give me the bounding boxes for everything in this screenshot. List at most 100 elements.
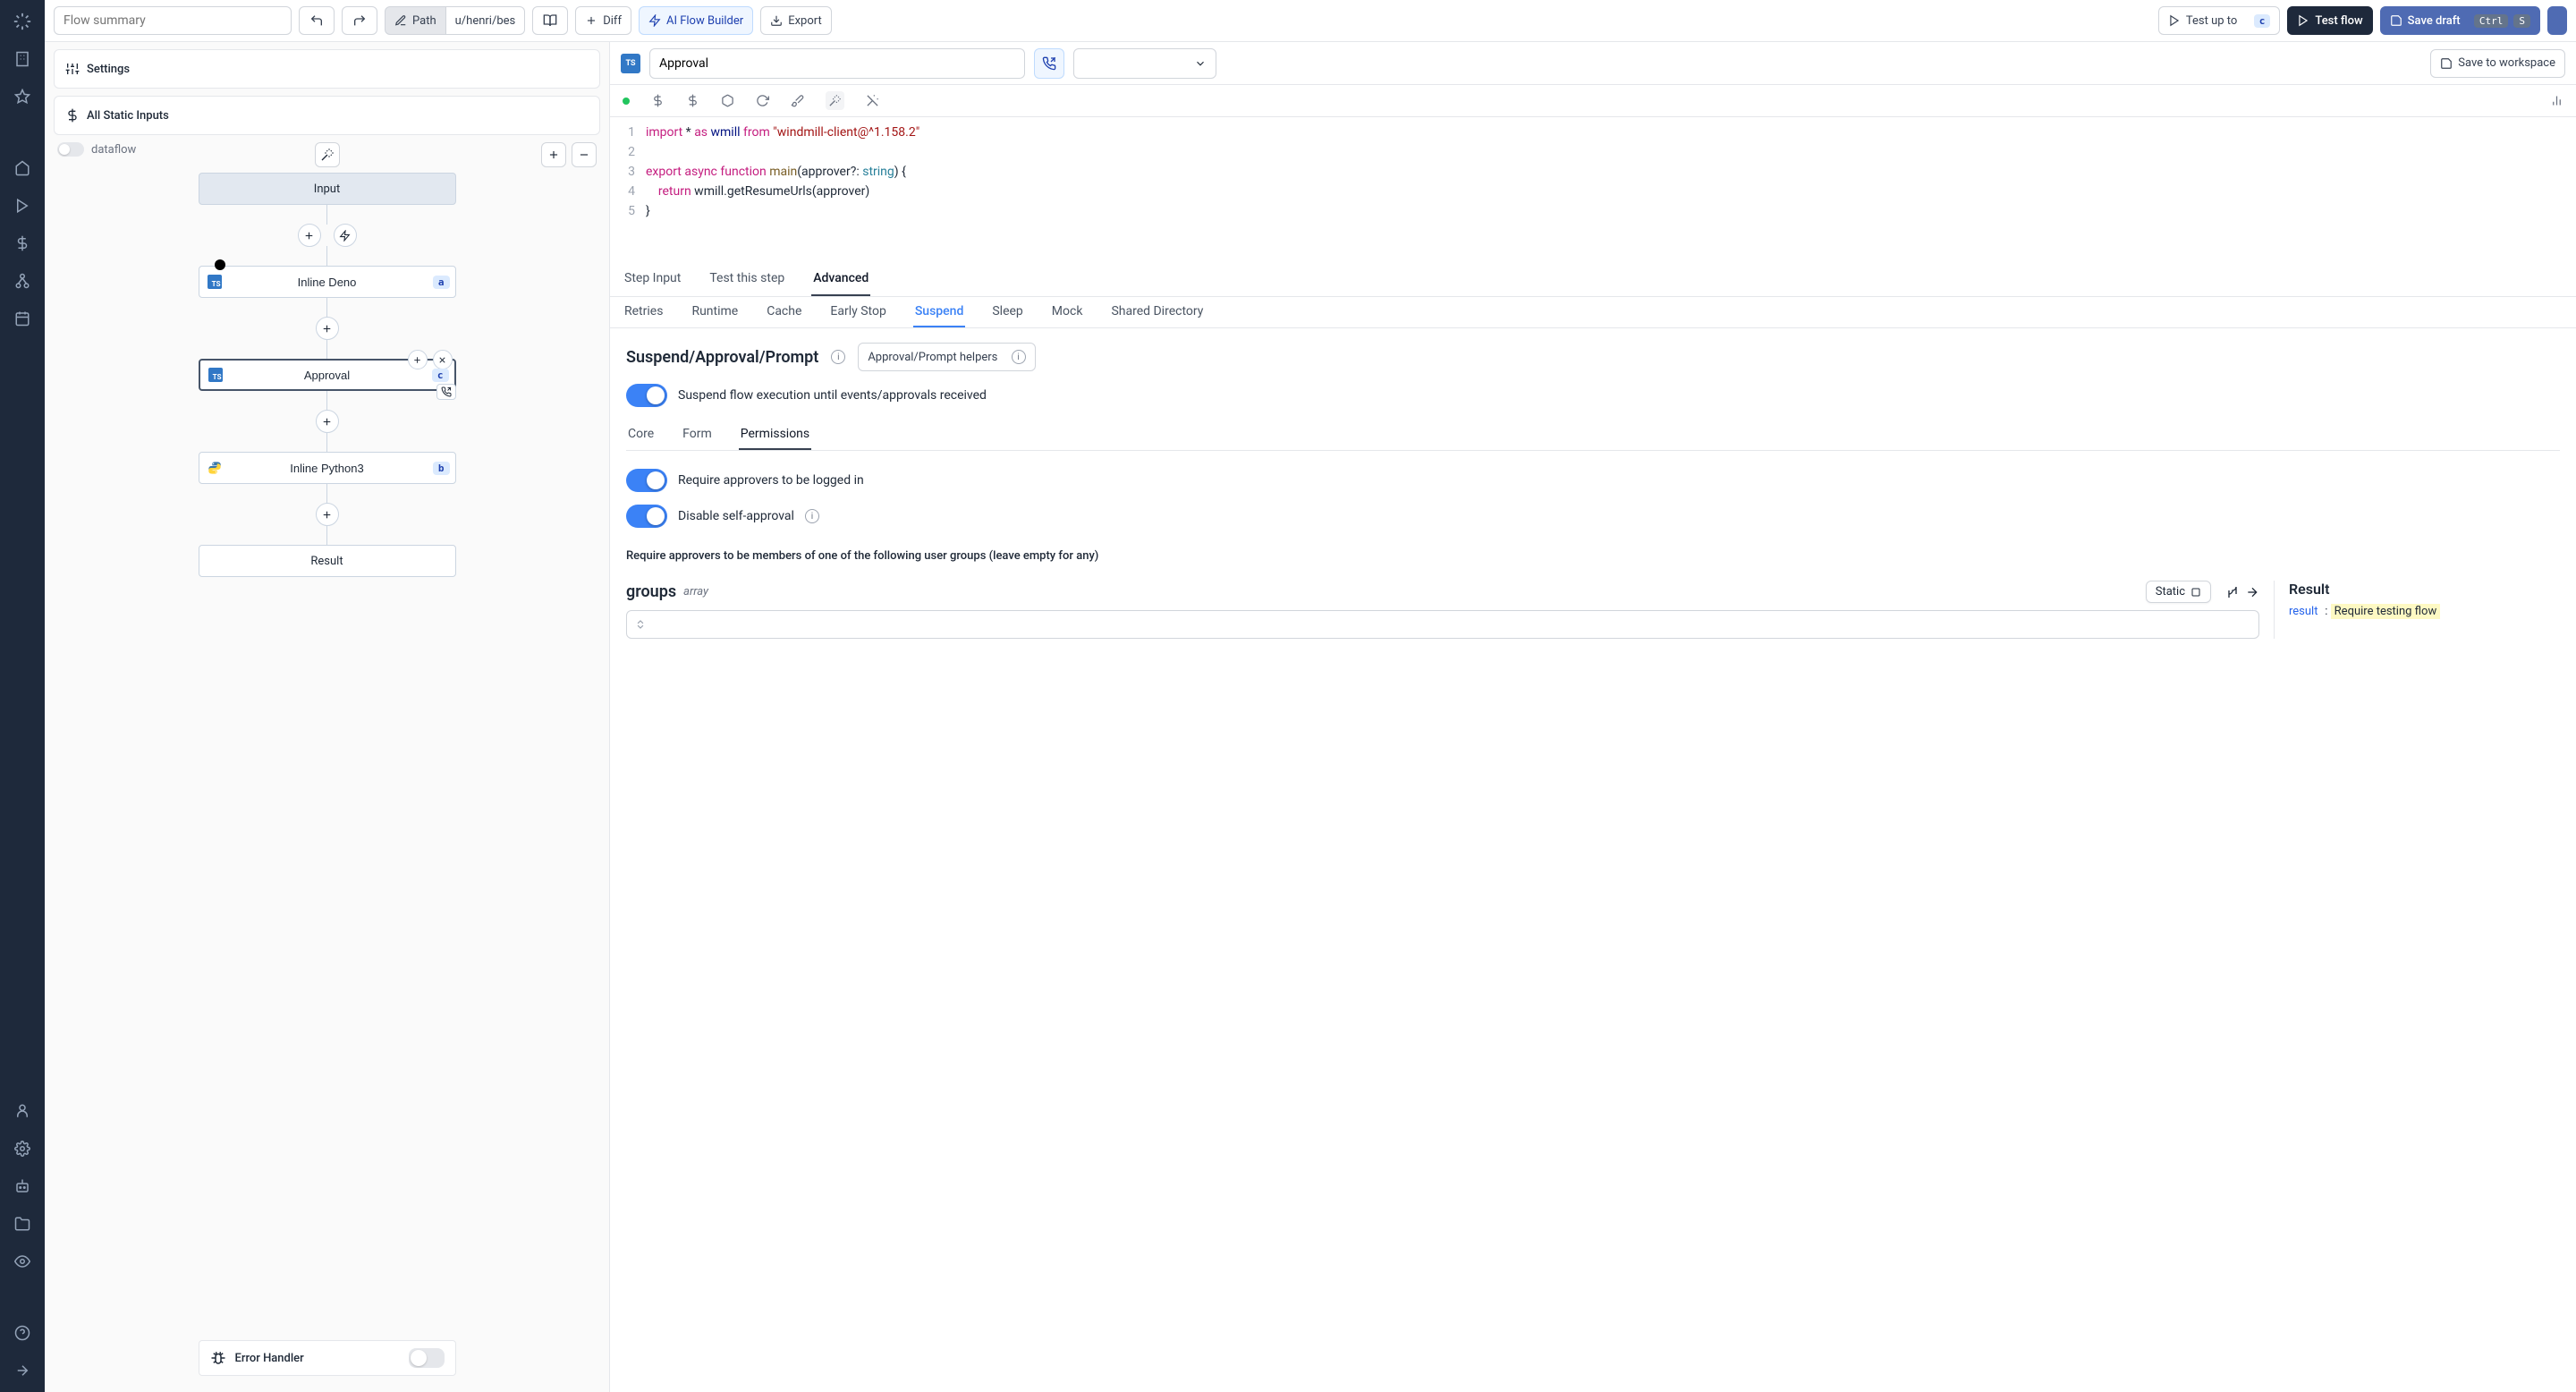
suspend-toggle[interactable]	[626, 384, 667, 407]
step-name-input[interactable]	[649, 48, 1025, 79]
dollar-icon-1[interactable]	[651, 94, 665, 107]
star-icon[interactable]	[12, 86, 33, 107]
result-key: result	[2289, 605, 2318, 618]
groups-requirement-text: Require approvers to be members of one o…	[626, 549, 2560, 563]
phone-action-button[interactable]	[1034, 48, 1064, 79]
wand-button[interactable]	[315, 142, 340, 167]
node-input[interactable]: Input	[199, 173, 456, 205]
all-static-label: All Static Inputs	[87, 109, 169, 123]
disable-self-toggle[interactable]	[626, 505, 667, 528]
node-result[interactable]: Result	[199, 545, 456, 577]
export-button[interactable]: Export	[760, 6, 832, 35]
editor-toolbar	[610, 85, 2576, 117]
save-to-workspace-button[interactable]: Save to workspace	[2430, 49, 2565, 78]
arrow-icon[interactable]	[2245, 585, 2259, 599]
test-up-to-button[interactable]: Test up to c	[2158, 6, 2281, 35]
refresh-icon[interactable]	[756, 94, 769, 107]
diff-button[interactable]: Diff	[575, 6, 631, 35]
zoom-out-button[interactable]	[572, 142, 597, 167]
help-icon[interactable]	[12, 1322, 33, 1344]
require-login-toggle[interactable]	[626, 469, 667, 492]
node-delete-button[interactable]	[433, 350, 453, 369]
bot-icon[interactable]	[12, 1176, 33, 1197]
zoom-in-button[interactable]	[541, 142, 566, 167]
subtab-cache[interactable]: Cache	[765, 297, 803, 327]
perm-tab-form[interactable]: Form	[681, 420, 714, 450]
runtime-select[interactable]	[1073, 48, 1216, 79]
groups-input[interactable]	[626, 610, 2259, 639]
dataflow-toggle[interactable]	[57, 142, 84, 157]
calendar-icon[interactable]	[12, 308, 33, 329]
path-segment: Path u/henri/bes	[385, 6, 525, 35]
suspend-toggle-label: Suspend flow execution until events/appr…	[678, 388, 987, 403]
save-more-button[interactable]	[2547, 6, 2567, 35]
book-button[interactable]	[532, 6, 568, 35]
advanced-subtabs: Retries Runtime Cache Early Stop Suspend…	[610, 297, 2576, 328]
save-draft-button[interactable]: Save draft CtrlS	[2380, 6, 2540, 35]
info-icon-3[interactable]: i	[805, 509, 819, 523]
tab-advanced[interactable]: Advanced	[811, 262, 870, 296]
dollar-icon[interactable]	[12, 233, 33, 254]
sort-icon	[634, 618, 647, 631]
code-editor[interactable]: 12345 import * as wmill from "windmill-c…	[610, 117, 2576, 226]
perm-tab-permissions[interactable]: Permissions	[739, 420, 811, 450]
all-static-inputs-row[interactable]: All Static Inputs	[54, 96, 600, 135]
subtab-sleep[interactable]: Sleep	[990, 297, 1024, 327]
result-title: Result	[2289, 581, 2560, 598]
eye-icon[interactable]	[12, 1251, 33, 1272]
node-approval[interactable]: TS Approval c	[199, 359, 456, 391]
tab-step-input[interactable]: Step Input	[623, 262, 682, 296]
play-icon[interactable]	[12, 195, 33, 216]
brush-icon[interactable]	[791, 94, 804, 107]
subtab-early-stop[interactable]: Early Stop	[828, 297, 887, 327]
box-icon[interactable]	[721, 94, 734, 107]
bar-chart-icon[interactable]	[2550, 94, 2563, 107]
subtab-shared[interactable]: Shared Directory	[1109, 297, 1205, 327]
redo-button[interactable]	[342, 6, 377, 35]
undo-button[interactable]	[299, 6, 335, 35]
subtab-retries[interactable]: Retries	[623, 297, 665, 327]
tab-test-step[interactable]: Test this step	[708, 262, 786, 296]
user-icon[interactable]	[12, 1100, 33, 1122]
wand-off-icon[interactable]	[866, 94, 879, 107]
logo-icon[interactable]	[12, 11, 33, 32]
test-flow-button[interactable]: Test flow	[2287, 6, 2372, 35]
perm-tab-core[interactable]: Core	[626, 420, 656, 450]
flow-summary-input[interactable]	[54, 6, 292, 35]
path-value: u/henri/bes	[455, 14, 516, 28]
path-label: Path	[412, 14, 436, 28]
plug-icon[interactable]	[2225, 585, 2240, 599]
branch-button-1[interactable]	[334, 224, 357, 247]
helpers-button[interactable]: Approval/Prompt helpers i	[858, 343, 1035, 371]
expand-icon[interactable]	[12, 1360, 33, 1381]
nodes-icon[interactable]	[12, 270, 33, 292]
error-handler-toggle[interactable]	[409, 1348, 445, 1368]
flow-canvas[interactable]: dataflow Input	[45, 135, 609, 1392]
suspend-title: Suspend/Approval/Prompt	[626, 348, 818, 367]
settings-row[interactable]: Settings	[54, 49, 600, 89]
subtab-runtime[interactable]: Runtime	[690, 297, 740, 327]
folder-icon[interactable]	[12, 1213, 33, 1235]
info-icon[interactable]: i	[831, 350, 845, 364]
node-inline-python[interactable]: Inline Python3 b	[199, 452, 456, 484]
add-step-button-3[interactable]	[316, 410, 339, 433]
test-flow-label: Test flow	[2315, 14, 2362, 28]
node-inline-deno[interactable]: TS Inline Deno a	[199, 266, 456, 298]
building-icon[interactable]	[12, 48, 33, 70]
error-handler-row[interactable]: Error Handler	[199, 1340, 456, 1376]
path-button[interactable]: Path	[385, 6, 446, 35]
subtab-mock[interactable]: Mock	[1050, 297, 1085, 327]
node-approval-label: Approval	[304, 369, 350, 382]
add-step-button-1[interactable]	[298, 224, 321, 247]
add-step-button-4[interactable]	[316, 503, 339, 526]
path-value-button[interactable]: u/henri/bes	[446, 6, 526, 35]
subtab-suspend[interactable]: Suspend	[913, 297, 966, 327]
gear-icon[interactable]	[12, 1138, 33, 1159]
node-add-button[interactable]	[408, 350, 428, 369]
ai-flow-builder-button[interactable]: AI Flow Builder	[639, 6, 753, 35]
add-step-button-2[interactable]	[316, 317, 339, 340]
dollar-icon-2[interactable]	[686, 94, 699, 107]
home-icon[interactable]	[12, 157, 33, 179]
wand-tb-icon[interactable]	[826, 91, 844, 110]
static-button[interactable]: Static	[2146, 581, 2211, 603]
